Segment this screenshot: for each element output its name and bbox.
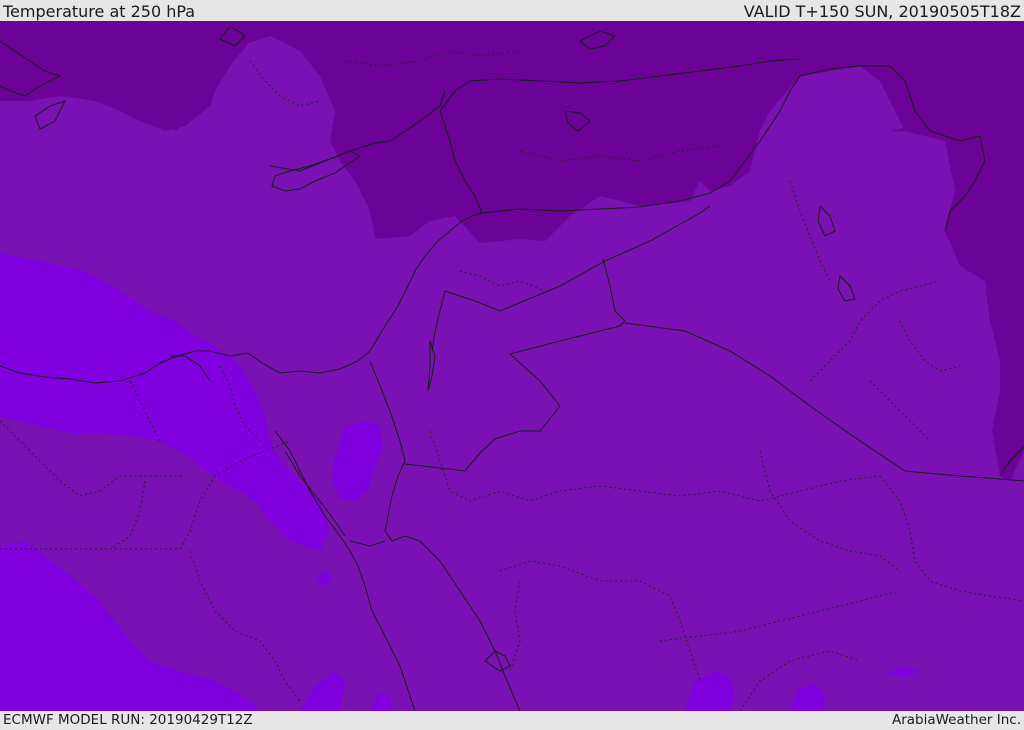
map-header: Temperature at 250 hPa VALID T+150 SUN, …	[0, 0, 1024, 22]
temperature-map	[0, 21, 1024, 711]
map-footer: ECMWF MODEL RUN: 20190429T12Z ArabiaWeat…	[0, 711, 1024, 729]
credit-text: ArabiaWeather Inc.	[891, 712, 1021, 728]
model-run: ECMWF MODEL RUN: 20190429T12Z	[3, 712, 253, 728]
